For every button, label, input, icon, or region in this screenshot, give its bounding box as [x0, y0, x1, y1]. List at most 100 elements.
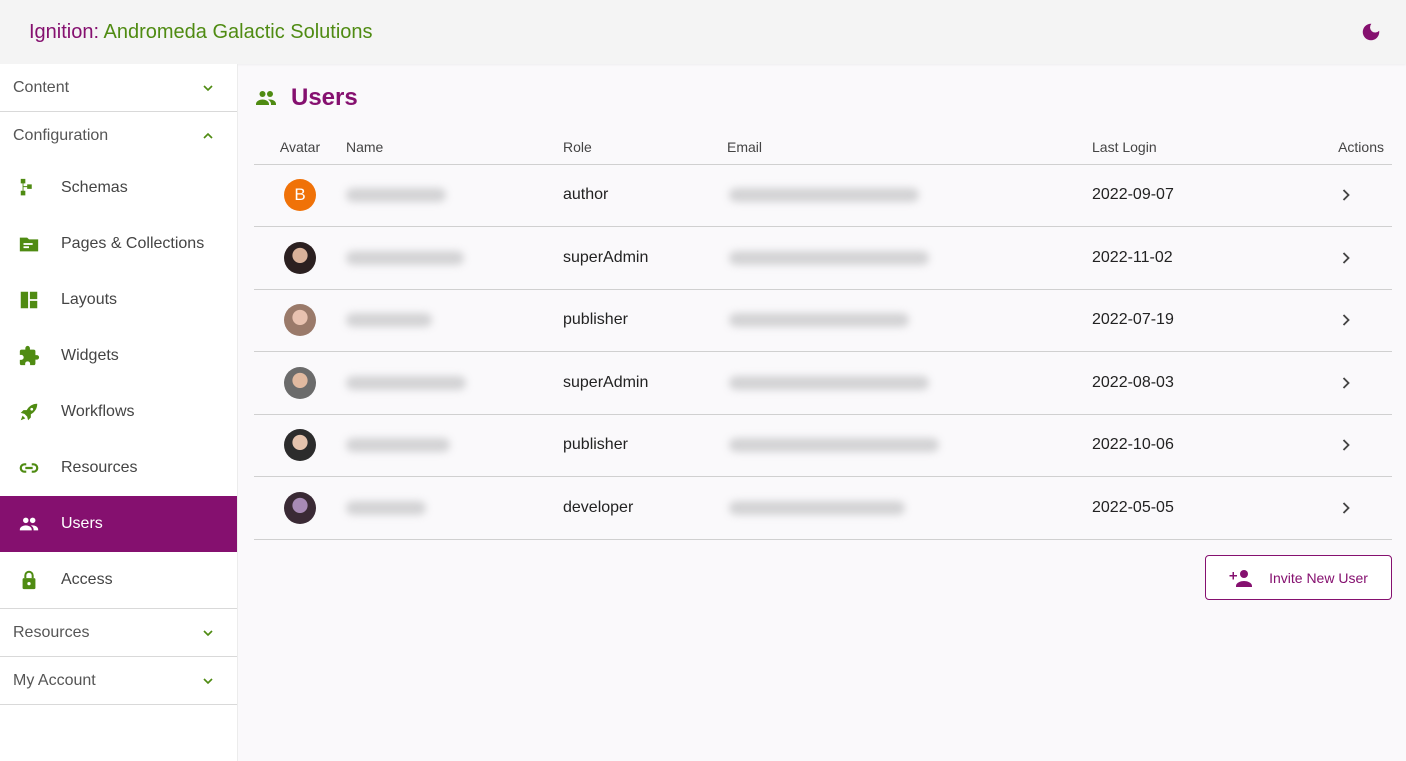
actions-cell [1322, 414, 1392, 477]
avatar-cell [254, 476, 346, 540]
email-cell [727, 164, 1092, 227]
avatar: B [284, 179, 316, 212]
column-header-name: Name [346, 130, 563, 165]
role-cell: publisher [563, 414, 727, 477]
app-title: Ignition: Andromeda Galactic Solutions [29, 21, 373, 44]
page-header: Users [254, 64, 1392, 130]
table-row[interactable]: Bauthor 2022-09-07 [254, 164, 1392, 227]
actions-cell [1322, 476, 1392, 540]
users-table: Avatar Name Role Email Last Login Action… [254, 130, 1392, 540]
sidebar-item-label: Workflows [61, 403, 135, 420]
name-cell [346, 476, 563, 540]
sidebar-item-schemas[interactable]: Schemas [0, 160, 237, 216]
sidebar-section-my-account[interactable]: My Account [0, 657, 237, 705]
actions-cell [1322, 164, 1392, 227]
brand-name: Andromeda Galactic Solutions [103, 20, 373, 43]
avatar [284, 491, 316, 524]
name-cell [346, 226, 563, 290]
column-header-last-login: Last Login [1092, 130, 1322, 165]
folder-icon [17, 232, 41, 256]
sidebar-item-label: Widgets [61, 347, 119, 364]
redacted-name [346, 375, 466, 390]
users-icon [17, 512, 41, 536]
last-login-cell: 2022-10-06 [1092, 414, 1322, 477]
avatar-cell [254, 351, 346, 415]
name-cell [346, 164, 563, 227]
rocket-icon [17, 400, 41, 424]
person-add-icon [1229, 569, 1253, 587]
sidebar: Content Configuration Schemas Pages & Co… [0, 64, 238, 761]
avatar-cell [254, 414, 346, 477]
redacted-name [346, 438, 450, 453]
role-cell: superAdmin [563, 226, 727, 290]
sidebar-item-pages-collections[interactable]: Pages & Collections [0, 216, 237, 272]
chevron-up-icon [203, 132, 213, 139]
sidebar-section-configuration[interactable]: Configuration [0, 112, 237, 160]
chevron-right-icon[interactable] [1336, 310, 1356, 330]
avatar [284, 429, 316, 462]
chevron-down-icon [203, 84, 213, 91]
actions-cell [1322, 289, 1392, 352]
role-cell: superAdmin [563, 351, 727, 415]
redacted-name [346, 188, 446, 203]
sidebar-item-access[interactable]: Access [0, 552, 237, 608]
users-icon [256, 91, 276, 105]
chevron-right-icon[interactable] [1336, 498, 1356, 518]
redacted-email [729, 188, 919, 203]
table-row[interactable]: publisher 2022-10-06 [254, 414, 1392, 477]
sidebar-item-layouts[interactable]: Layouts [0, 272, 237, 328]
table-header-row: Avatar Name Role Email Last Login Action… [254, 130, 1392, 165]
page-title: Users [291, 84, 358, 111]
column-header-actions: Actions [1322, 130, 1392, 165]
sidebar-item-label: Resources [61, 459, 138, 476]
last-login-cell: 2022-09-07 [1092, 164, 1322, 227]
email-cell [727, 476, 1092, 540]
avatar-cell: B [254, 164, 346, 227]
email-cell [727, 414, 1092, 477]
sidebar-item-label: Pages & Collections [61, 235, 205, 252]
moon-icon[interactable] [1360, 21, 1382, 43]
layout-icon [17, 288, 41, 312]
sidebar-item-resources[interactable]: Resources [0, 440, 237, 496]
role-cell: publisher [563, 289, 727, 352]
invite-new-user-button[interactable]: Invite New User [1205, 555, 1392, 600]
email-cell [727, 289, 1092, 352]
redacted-name [346, 313, 432, 328]
chevron-right-icon[interactable] [1336, 373, 1356, 393]
chevron-down-icon [203, 677, 213, 684]
sidebar-item-label: Users [61, 515, 103, 532]
redacted-email [729, 500, 905, 515]
section-label: My Account [13, 671, 96, 689]
sidebar-item-label: Layouts [61, 291, 118, 308]
sidebar-section-resources[interactable]: Resources [0, 609, 237, 657]
actions-cell [1322, 226, 1392, 290]
sidebar-item-users[interactable]: Users [0, 496, 237, 552]
email-cell [727, 351, 1092, 415]
configuration-nav: Schemas Pages & Collections Layouts Widg… [0, 160, 237, 609]
avatar [284, 304, 316, 337]
sidebar-item-widgets[interactable]: Widgets [0, 328, 237, 384]
name-cell [346, 289, 563, 352]
chevron-right-icon[interactable] [1336, 185, 1356, 205]
table-row[interactable]: superAdmin 2022-11-02 [254, 226, 1392, 290]
table-row[interactable]: superAdmin 2022-08-03 [254, 351, 1392, 415]
column-header-role: Role [563, 130, 727, 165]
table-row[interactable]: publisher 2022-07-19 [254, 289, 1392, 352]
chevron-right-icon[interactable] [1336, 435, 1356, 455]
link-icon [17, 456, 41, 480]
section-label: Configuration [13, 127, 109, 144]
redacted-email [729, 375, 929, 390]
role-cell: author [563, 164, 727, 227]
actions-cell [1322, 351, 1392, 415]
sidebar-section-content[interactable]: Content [0, 64, 237, 112]
column-header-email: Email [727, 130, 1092, 165]
table-row[interactable]: developer 2022-05-05 [254, 476, 1392, 540]
role-cell: developer [563, 476, 727, 540]
sidebar-item-workflows[interactable]: Workflows [0, 384, 237, 440]
chevron-right-icon[interactable] [1336, 248, 1356, 268]
email-cell [727, 226, 1092, 290]
brand-prefix: Ignition: [29, 20, 100, 43]
avatar [284, 366, 316, 399]
app-header: Ignition: Andromeda Galactic Solutions [0, 0, 1406, 64]
section-label: Content [13, 78, 70, 96]
